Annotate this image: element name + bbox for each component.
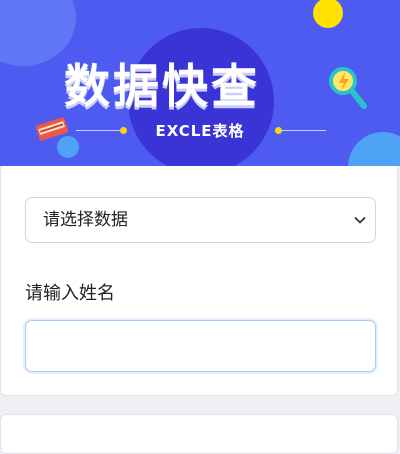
results-card (0, 414, 398, 454)
divider-dot (120, 127, 127, 134)
banner-subtitle: EXCLE表格 (155, 122, 245, 140)
query-form-card: 请选择数据 请输入姓名 (0, 166, 398, 396)
divider-line (76, 130, 122, 131)
name-input[interactable] (25, 320, 376, 372)
divider-line (280, 130, 326, 131)
data-select-value: 请选择数据 (43, 210, 128, 230)
magnifier-icon (329, 67, 367, 109)
banner-subtitle-row: EXCLE表格 (72, 120, 328, 142)
decor-circle-blue-right (348, 132, 400, 166)
banner-title: 数据快查 (64, 59, 260, 113)
header-banner: 数据快查 EXCLE表格 (0, 0, 400, 166)
name-field-label: 请输入姓名 (25, 283, 115, 304)
data-select[interactable]: 请选择数据 (25, 197, 376, 243)
book-icon (35, 117, 69, 141)
decor-circle-yellow (313, 0, 343, 28)
decor-circle (0, 0, 76, 66)
chevron-down-icon (354, 217, 366, 224)
